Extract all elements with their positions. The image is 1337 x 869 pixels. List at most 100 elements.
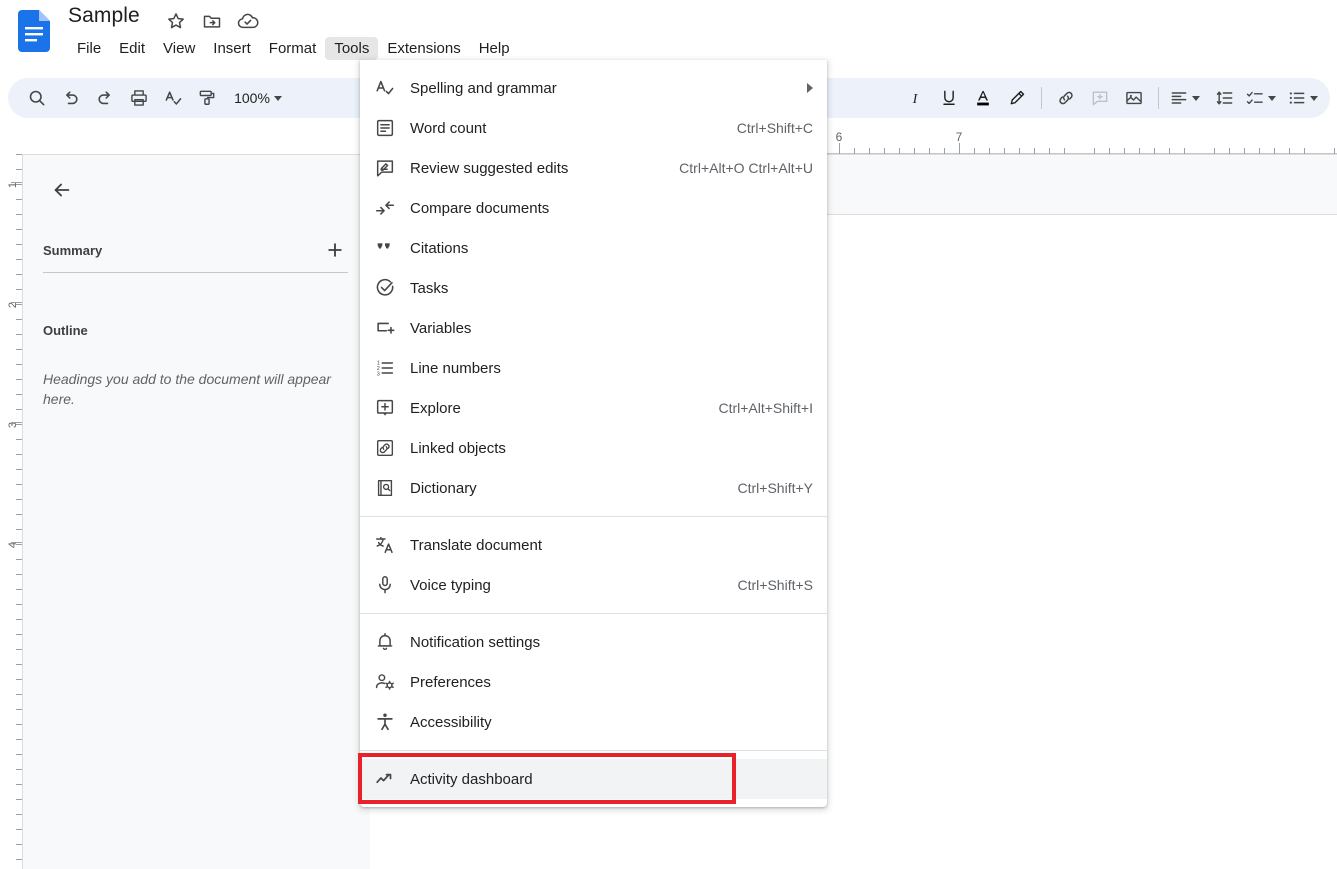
summary-header-row: Summary	[43, 237, 348, 263]
variables-icon	[360, 317, 410, 339]
preferences-icon	[360, 671, 410, 693]
translate-icon	[360, 534, 410, 556]
menu-separator-2	[360, 613, 827, 614]
menu-item-label: Review suggested edits	[410, 160, 661, 177]
menu-item-linked-objects[interactable]: Linked objects	[360, 428, 827, 468]
zoom-level-label: 100%	[232, 90, 272, 106]
checklist-icon[interactable]	[1242, 81, 1268, 115]
toolbar-divider	[1041, 87, 1042, 109]
voice-typing-icon	[360, 574, 410, 596]
bulleted-list-chevron-down-icon[interactable]	[1310, 96, 1318, 101]
chevron-down-icon	[274, 96, 282, 101]
ruler-major-tick	[11, 182, 22, 183]
ruler-number: 7	[956, 130, 963, 144]
menu-item-preferences[interactable]: Preferences	[360, 662, 827, 702]
menu-extensions[interactable]: Extensions	[378, 37, 469, 60]
zoom-selector[interactable]: 100%	[228, 90, 286, 106]
menu-item-label: Line numbers	[410, 360, 813, 377]
italic-icon[interactable]: I	[898, 81, 932, 115]
menu-item-line-numbers[interactable]: 1 2 3 Line numbers	[360, 348, 827, 388]
menu-insert[interactable]: Insert	[204, 37, 260, 60]
redo-icon[interactable]	[88, 81, 122, 115]
menu-item-label: Accessibility	[410, 714, 813, 731]
checklist-chevron-down-icon[interactable]	[1268, 96, 1276, 101]
ruler-major-tick	[11, 302, 22, 303]
menu-item-label: Notification settings	[410, 634, 813, 651]
star-icon[interactable]	[165, 10, 187, 32]
insert-link-icon[interactable]	[1049, 81, 1083, 115]
menu-item-shortcut: Ctrl+Alt+O Ctrl+Alt+U	[661, 160, 813, 176]
highlight-color-icon[interactable]	[1000, 81, 1034, 115]
spellcheck-icon	[360, 77, 410, 99]
menu-help[interactable]: Help	[470, 37, 519, 60]
title-action-icons	[165, 10, 259, 32]
google-docs-icon	[18, 10, 50, 52]
google-docs-window: Sample File Edit View I	[0, 0, 1337, 869]
document-title[interactable]: Sample	[68, 4, 140, 28]
accessibility-icon	[360, 711, 410, 733]
menu-item-label: Word count	[410, 120, 719, 137]
bulleted-list-icon[interactable]	[1284, 81, 1310, 115]
menu-item-shortcut: Ctrl+Shift+S	[720, 577, 813, 593]
menu-item-notification-settings[interactable]: Notification settings	[360, 622, 827, 662]
menu-item-word-count[interactable]: Word count Ctrl+Shift+C	[360, 108, 827, 148]
menu-item-label: Dictionary	[410, 480, 720, 497]
menu-edit[interactable]: Edit	[110, 37, 154, 60]
paint-format-icon[interactable]	[190, 81, 224, 115]
menu-format[interactable]: Format	[260, 37, 326, 60]
add-comment-icon[interactable]	[1083, 81, 1117, 115]
document-outline-panel: Summary Outline Headings you add to the …	[22, 154, 370, 869]
menu-item-review-suggested-edits[interactable]: Review suggested edits Ctrl+Alt+O Ctrl+A…	[360, 148, 827, 188]
notification-bell-icon	[360, 631, 410, 653]
outline-label: Outline	[43, 323, 88, 338]
menu-tools[interactable]: Tools	[325, 37, 378, 60]
menu-separator-1	[360, 516, 827, 517]
menu-item-spelling-and-grammar[interactable]: Spelling and grammar	[360, 68, 827, 108]
menu-item-accessibility[interactable]: Accessibility	[360, 702, 827, 742]
menu-item-explore[interactable]: Explore Ctrl+Alt+Shift+I	[360, 388, 827, 428]
menu-item-label: Variables	[410, 320, 813, 337]
outline-empty-note: Headings you add to the document will ap…	[43, 369, 343, 410]
menu-item-citations[interactable]: Citations	[360, 228, 827, 268]
menu-item-label: Compare documents	[410, 200, 813, 217]
svg-text:I: I	[912, 91, 919, 107]
submenu-arrow-icon	[807, 83, 813, 93]
line-numbers-icon: 1 2 3	[360, 357, 410, 379]
spellcheck-icon[interactable]	[156, 81, 190, 115]
back-arrow-icon[interactable]	[45, 173, 79, 207]
cloud-saved-icon[interactable]	[237, 10, 259, 32]
align-chevron-down-icon[interactable]	[1192, 96, 1200, 101]
undo-icon[interactable]	[54, 81, 88, 115]
menu-item-dictionary[interactable]: Dictionary Ctrl+Shift+Y	[360, 468, 827, 508]
menu-view[interactable]: View	[154, 37, 204, 60]
menu-item-tasks[interactable]: Tasks	[360, 268, 827, 308]
menu-item-activity-dashboard[interactable]: Activity dashboard	[360, 759, 827, 799]
print-icon[interactable]	[122, 81, 156, 115]
menu-item-translate-document[interactable]: Translate document	[360, 525, 827, 565]
align-icon[interactable]	[1166, 81, 1192, 115]
text-color-icon[interactable]	[966, 81, 1000, 115]
vertical-ruler[interactable]: 1234	[0, 154, 22, 869]
menu-file[interactable]: File	[68, 37, 110, 60]
menu-item-label: Citations	[410, 240, 813, 257]
search-icon[interactable]	[20, 81, 54, 115]
menu-item-voice-typing[interactable]: Voice typing Ctrl+Shift+S	[360, 565, 827, 605]
menu-item-label: Activity dashboard	[410, 771, 813, 788]
underline-icon[interactable]	[932, 81, 966, 115]
line-spacing-icon[interactable]	[1208, 81, 1242, 115]
svg-text:3: 3	[377, 371, 380, 377]
menu-item-shortcut: Ctrl+Alt+Shift+I	[700, 400, 813, 416]
menu-item-variables[interactable]: Variables	[360, 308, 827, 348]
menu-item-label: Voice typing	[410, 577, 720, 594]
move-to-folder-icon[interactable]	[201, 10, 223, 32]
plus-icon[interactable]	[322, 237, 348, 263]
menu-bar: File Edit View Insert Format Tools Exten…	[68, 36, 519, 60]
menu-item-compare-documents[interactable]: Compare documents	[360, 188, 827, 228]
menu-item-shortcut: Ctrl+Shift+Y	[720, 480, 813, 496]
ruler-major-tick	[839, 143, 840, 154]
toolbar-divider-2	[1158, 87, 1159, 109]
menu-item-label: Linked objects	[410, 440, 813, 457]
activity-dashboard-icon	[360, 768, 410, 790]
ruler-number: 6	[836, 130, 843, 144]
insert-image-icon[interactable]	[1117, 81, 1151, 115]
